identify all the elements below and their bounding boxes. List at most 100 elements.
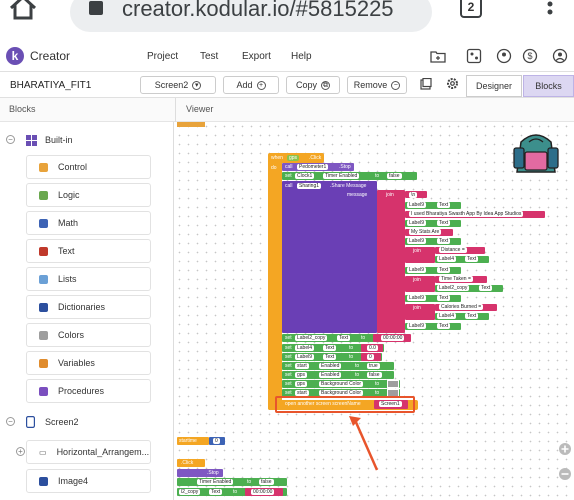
account-icon[interactable] xyxy=(496,48,512,64)
label4-field[interactable]: Label4 xyxy=(437,256,457,262)
text-field[interactable]: Text xyxy=(323,354,337,360)
text-field[interactable]: Text xyxy=(479,285,493,291)
gps-field[interactable]: gps xyxy=(295,372,308,378)
zero-number-field[interactable]: 0 xyxy=(213,438,220,444)
collapse-builtin-icon[interactable]: − xyxy=(6,135,15,144)
menu-test[interactable]: Test xyxy=(200,51,218,62)
text-field[interactable]: Text xyxy=(465,313,479,319)
zoom-in-icon[interactable] xyxy=(558,442,572,456)
gps-field[interactable]: gps xyxy=(287,155,300,161)
builtin-node[interactable]: Built-in xyxy=(26,128,73,152)
label9-field[interactable]: Label9 xyxy=(407,267,427,273)
used-app-field[interactable]: I used Bharatiya Swasth App By Idea App … xyxy=(409,211,524,217)
zoom-out-icon[interactable] xyxy=(558,467,572,481)
label2copy-field[interactable]: Label2_copy xyxy=(295,335,328,341)
category-dictionaries[interactable]: Dictionaries xyxy=(26,295,151,319)
tabs-count-icon[interactable]: 2 xyxy=(460,0,482,18)
text-field[interactable]: Text xyxy=(209,489,223,495)
color-swatch[interactable] xyxy=(387,380,399,388)
label9-field[interactable]: Label9 xyxy=(407,238,427,244)
my-stats-field[interactable]: My Stats Are xyxy=(409,229,442,235)
label9-field[interactable]: Label9 xyxy=(407,295,427,301)
menu-help[interactable]: Help xyxy=(291,51,312,62)
category-logic[interactable]: Logic xyxy=(26,183,151,207)
block-fragment[interactable] xyxy=(177,122,205,127)
join-block[interactable] xyxy=(377,190,405,333)
settings-gear-icon[interactable] xyxy=(446,77,459,90)
category-colors[interactable]: Colors xyxy=(26,323,151,347)
category-lists[interactable]: Lists xyxy=(26,267,151,291)
add-screen-button[interactable]: Add + xyxy=(223,76,279,94)
text-field[interactable]: Text xyxy=(437,323,451,329)
remove-screen-button[interactable]: Remove − xyxy=(347,76,407,94)
screenshot-icon[interactable] xyxy=(420,78,432,90)
screen-select[interactable]: Screen2 ▾ xyxy=(140,76,216,94)
url-text[interactable]: creator.kodular.io/#5815225 xyxy=(122,0,394,22)
category-text[interactable]: Text xyxy=(26,239,151,263)
enabled-field[interactable]: Enabled xyxy=(319,363,342,369)
label4-field[interactable]: Label4 xyxy=(295,345,315,351)
component-image4[interactable]: Image4 xyxy=(26,469,151,493)
screen2-node[interactable]: Screen2 xyxy=(26,410,79,434)
text-field[interactable]: Text xyxy=(465,256,479,262)
when-block-body[interactable] xyxy=(268,155,282,410)
timer-enabled-field[interactable]: Timer Enabled xyxy=(197,479,234,485)
more-menu-icon[interactable] xyxy=(540,0,560,20)
expand-component-icon[interactable]: + xyxy=(16,447,25,456)
newline-field[interactable]: \n xyxy=(409,192,418,198)
text-field[interactable]: Text xyxy=(323,345,337,351)
false-field[interactable]: false xyxy=(259,479,274,485)
label4-field[interactable]: Label4 xyxy=(437,313,457,319)
gps-field[interactable]: gps xyxy=(295,381,308,387)
label2copy-field[interactable]: Label2_copy xyxy=(437,285,470,291)
zero-field[interactable]: 0 xyxy=(367,354,374,360)
blocks-workspace[interactable]: when gps .Click do call Pedometer1 .Stop… xyxy=(175,122,574,500)
false-field[interactable]: false xyxy=(387,173,402,179)
label9-field[interactable]: Label9 xyxy=(407,323,427,329)
true-field[interactable]: true xyxy=(367,363,380,369)
sharing-field[interactable]: Sharing1 xyxy=(297,183,322,189)
category-variables[interactable]: Variables xyxy=(26,351,151,375)
label9-field[interactable]: Label9 xyxy=(407,202,427,208)
category-label: Control xyxy=(58,162,88,172)
time-zero-field[interactable]: 00:00:00 xyxy=(251,489,275,495)
pedometer-field[interactable]: Pedometer1 xyxy=(297,164,329,170)
designer-tab[interactable]: Designer xyxy=(466,75,522,97)
menu-project[interactable]: Project xyxy=(147,51,178,62)
start-field[interactable]: start xyxy=(295,363,309,369)
text-field[interactable]: Text xyxy=(437,267,451,273)
collapse-screen-icon[interactable]: − xyxy=(6,417,15,426)
clock-field[interactable]: Clock1 xyxy=(295,173,315,179)
backpack-icon[interactable] xyxy=(511,130,561,176)
folder-icon[interactable] xyxy=(430,48,446,64)
text-field[interactable]: Text xyxy=(437,238,451,244)
home-icon[interactable] xyxy=(8,0,38,20)
distance-field[interactable]: Distance = xyxy=(439,247,467,253)
category-math[interactable]: Math xyxy=(26,211,151,235)
label9-field[interactable]: Label9 xyxy=(407,220,427,226)
enabled-field[interactable]: Enabled xyxy=(319,372,342,378)
label9-field[interactable]: Label9 xyxy=(295,354,315,360)
timer-enabled-field[interactable]: Timer Enabled xyxy=(323,173,360,179)
menu-export[interactable]: Export xyxy=(242,51,271,62)
false-field[interactable]: false xyxy=(367,372,382,378)
text-field[interactable]: Text xyxy=(437,295,451,301)
time-zero-field[interactable]: 00:00:00 xyxy=(381,335,405,341)
text-field[interactable]: Text xyxy=(337,335,351,341)
label2copy-field[interactable]: l2_copy xyxy=(179,489,201,495)
blocks-tab[interactable]: Blocks xyxy=(523,75,574,97)
category-control[interactable]: Control xyxy=(26,155,151,179)
text-field[interactable]: Text xyxy=(437,220,451,226)
bg-color-field[interactable]: Background Color xyxy=(319,381,364,387)
user-icon[interactable] xyxy=(552,48,568,64)
gallery-icon[interactable] xyxy=(466,48,482,64)
text-field[interactable]: Text xyxy=(437,202,451,208)
calories-field[interactable]: Calories Burned = xyxy=(439,304,484,310)
copy-screen-button[interactable]: Copy ⧉ xyxy=(286,76,340,94)
zero-val-field[interactable]: 0.0 xyxy=(367,345,378,351)
dollar-icon[interactable]: $ xyxy=(522,48,538,64)
time-taken-field[interactable]: Time Taken = xyxy=(439,276,473,282)
call-sharing-message-block[interactable] xyxy=(282,181,377,333)
category-procedures[interactable]: Procedures xyxy=(26,379,151,403)
component-horizontal-arrangement[interactable]: ▭ Horizontal_Arrangem... xyxy=(26,440,151,464)
